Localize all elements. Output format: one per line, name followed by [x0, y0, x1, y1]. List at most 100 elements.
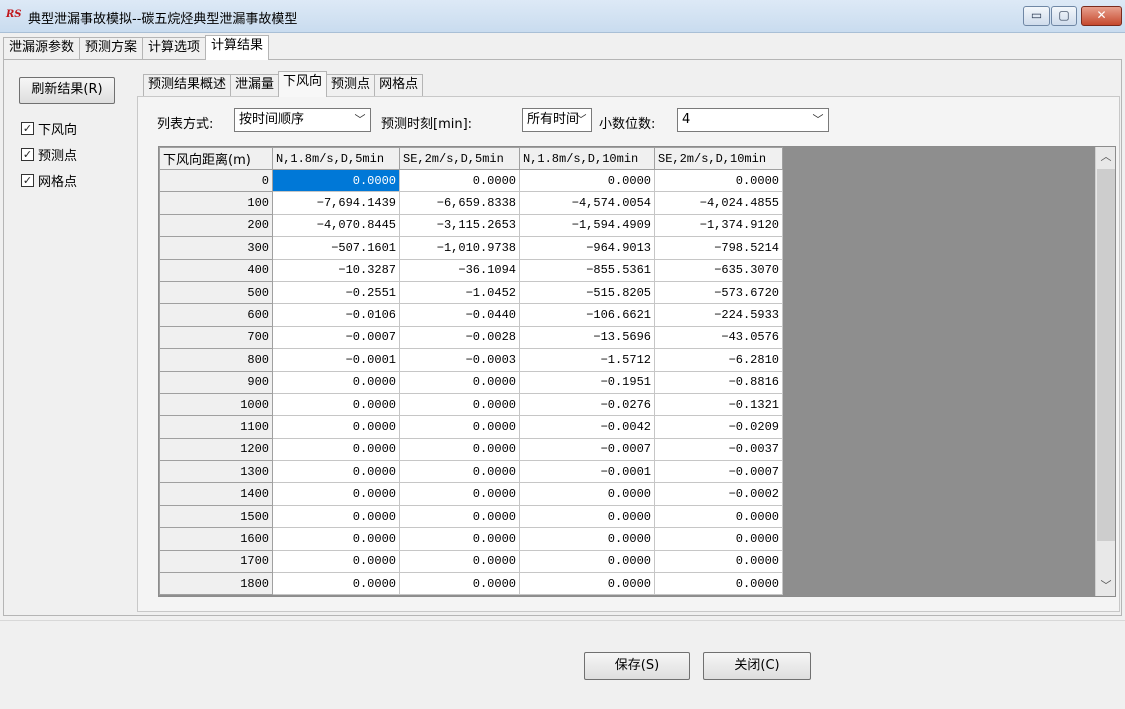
table-cell[interactable]: −855.5361	[519, 258, 655, 282]
table-cell[interactable]: −3,115.2653	[399, 213, 520, 238]
table-cell[interactable]: −0.0003	[399, 348, 520, 372]
title-bar[interactable]: RS 典型泄漏事故模拟--碳五烷烃典型泄漏事故模型 ▭ ▢ ✕	[0, 0, 1125, 33]
table-cell[interactable]: 0.0000	[399, 572, 520, 596]
checkbox-grid-point[interactable]: ✓ 网格点	[21, 170, 77, 190]
table-cell[interactable]: 0.0000	[272, 392, 400, 417]
scrollbar-thumb[interactable]	[1097, 169, 1115, 541]
column-header-distance[interactable]: 下风向距离(m)	[159, 147, 273, 170]
table-row[interactable]: 800 −0.0001 −0.0003 −1.5712 −6.2810	[159, 348, 783, 372]
table-cell[interactable]: −0.0276	[519, 392, 655, 417]
table-row[interactable]: 0 0.0000 0.0000 0.0000 0.0000	[159, 168, 783, 193]
tab-calc-results[interactable]: 计算结果	[205, 35, 270, 60]
downwind-results-grid[interactable]: 下风向距离(m) N,1.8m/s,D,5min SE,2m/s,D,5min …	[158, 146, 1116, 597]
table-cell[interactable]: −0.8816	[654, 370, 783, 394]
table-cell[interactable]: 0.0000	[272, 549, 400, 574]
row-header-distance[interactable]: 1400	[159, 482, 273, 506]
table-cell[interactable]: 0.0000	[399, 415, 520, 439]
row-header-distance[interactable]: 1300	[159, 460, 273, 484]
vertical-scrollbar[interactable]: ︿ ﹀	[1095, 147, 1115, 596]
row-header-distance[interactable]: 400	[159, 258, 273, 282]
table-cell[interactable]: −0.0042	[519, 415, 655, 439]
table-row[interactable]: 1800 0.0000 0.0000 0.0000 0.0000	[159, 572, 783, 596]
table-cell[interactable]: 0.0000	[272, 168, 400, 193]
table-row[interactable]: 600 −0.0106 −0.0440 −106.6621 −224.5933	[159, 303, 783, 327]
table-cell[interactable]: −4,070.8445	[272, 213, 400, 238]
column-header[interactable]: SE,2m/s,D,10min	[654, 147, 783, 170]
table-cell[interactable]: 0.0000	[519, 504, 655, 529]
column-header[interactable]: SE,2m/s,D,5min	[399, 147, 520, 170]
row-header-distance[interactable]: 1200	[159, 437, 273, 462]
table-cell[interactable]: 0.0000	[272, 527, 400, 551]
table-cell[interactable]: −0.0007	[654, 460, 783, 484]
table-cell[interactable]: 0.0000	[272, 504, 400, 529]
table-cell[interactable]: −573.6720	[654, 280, 783, 305]
table-cell[interactable]: −635.3070	[654, 258, 783, 282]
table-cell[interactable]: 0.0000	[399, 168, 520, 193]
table-row[interactable]: 1300 0.0000 0.0000 −0.0001 −0.0007	[159, 460, 783, 484]
table-cell[interactable]: −106.6621	[519, 303, 655, 327]
table-cell[interactable]: −964.9013	[519, 236, 655, 260]
prediction-time-select[interactable]: 所有时间 ﹀	[522, 108, 592, 132]
row-header-distance[interactable]: 700	[159, 325, 273, 350]
table-cell[interactable]: −4,574.0054	[519, 191, 655, 215]
row-header-distance[interactable]: 1800	[159, 572, 273, 596]
table-row[interactable]: 1500 0.0000 0.0000 0.0000 0.0000	[159, 504, 783, 529]
table-cell[interactable]: 0.0000	[519, 482, 655, 506]
table-cell[interactable]: 0.0000	[654, 168, 783, 193]
table-cell[interactable]: 0.0000	[399, 504, 520, 529]
column-header[interactable]: N,1.8m/s,D,5min	[272, 147, 400, 170]
maximize-button[interactable]: ▢	[1051, 6, 1077, 26]
table-cell[interactable]: −6,659.8338	[399, 191, 520, 215]
table-cell[interactable]: −43.0576	[654, 325, 783, 350]
tab-calc-options[interactable]: 计算选项	[142, 37, 207, 59]
table-cell[interactable]: 0.0000	[519, 168, 655, 193]
table-row[interactable]: 1700 0.0000 0.0000 0.0000 0.0000	[159, 549, 783, 574]
table-cell[interactable]: 0.0000	[654, 527, 783, 551]
scroll-up-icon[interactable]: ︿	[1096, 147, 1115, 167]
table-cell[interactable]: 0.0000	[519, 549, 655, 574]
row-header-distance[interactable]: 500	[159, 280, 273, 305]
tab-result-overview[interactable]: 预测结果概述	[143, 74, 232, 96]
table-cell[interactable]: −0.0037	[654, 437, 783, 462]
table-cell[interactable]: 0.0000	[272, 370, 400, 394]
table-row[interactable]: 1400 0.0000 0.0000 0.0000 −0.0002	[159, 482, 783, 506]
row-header-distance[interactable]: 1100	[159, 415, 273, 439]
table-cell[interactable]: −0.0007	[519, 437, 655, 462]
table-cell[interactable]: 0.0000	[654, 572, 783, 596]
table-cell[interactable]: 0.0000	[399, 392, 520, 417]
table-cell[interactable]: −0.0209	[654, 415, 783, 439]
checkbox-downwind[interactable]: ✓ 下风向	[21, 118, 77, 138]
row-header-distance[interactable]: 1500	[159, 504, 273, 529]
table-cell[interactable]: 0.0000	[272, 460, 400, 484]
table-cell[interactable]: −13.5696	[519, 325, 655, 350]
checkbox-prediction-point[interactable]: ✓ 预测点	[21, 144, 77, 164]
table-row[interactable]: 300 −507.1601 −1,010.9738 −964.9013 −798.521…	[159, 236, 783, 260]
table-cell[interactable]: −0.0028	[399, 325, 520, 350]
table-cell[interactable]: −798.5214	[654, 236, 783, 260]
table-cell[interactable]: −515.8205	[519, 280, 655, 305]
table-row[interactable]: 900 0.0000 0.0000 −0.1951 −0.8816	[159, 370, 783, 394]
column-header[interactable]: N,1.8m/s,D,10min	[519, 147, 655, 170]
table-row[interactable]: 100 −7,694.1439 −6,659.8338 −4,574.0054 −4,0…	[159, 191, 783, 215]
row-header-distance[interactable]: 1700	[159, 549, 273, 574]
table-cell[interactable]: 0.0000	[654, 504, 783, 529]
table-cell[interactable]: 0.0000	[272, 415, 400, 439]
refresh-results-button[interactable]: 刷新结果(R)	[19, 77, 115, 104]
row-header-distance[interactable]: 800	[159, 348, 273, 372]
table-cell[interactable]: −7,694.1439	[272, 191, 400, 215]
table-cell[interactable]: 0.0000	[399, 460, 520, 484]
row-header-distance[interactable]: 1600	[159, 527, 273, 551]
table-cell[interactable]: −0.0001	[519, 460, 655, 484]
table-cell[interactable]: 0.0000	[399, 437, 520, 462]
table-row[interactable]: 700 −0.0007 −0.0028 −13.5696 −43.0576	[159, 325, 783, 350]
table-row[interactable]: 200 −4,070.8445 −3,115.2653 −1,594.4909 −1,3…	[159, 213, 783, 238]
table-cell[interactable]: −10.3287	[272, 258, 400, 282]
row-header-distance[interactable]: 900	[159, 370, 273, 394]
table-cell[interactable]: −4,024.4855	[654, 191, 783, 215]
row-header-distance[interactable]: 600	[159, 303, 273, 327]
table-cell[interactable]: −0.0001	[272, 348, 400, 372]
table-cell[interactable]: −1.0452	[399, 280, 520, 305]
table-cell[interactable]: 0.0000	[399, 370, 520, 394]
table-cell[interactable]: −0.0007	[272, 325, 400, 350]
tab-prediction-points[interactable]: 预测点	[326, 74, 376, 96]
